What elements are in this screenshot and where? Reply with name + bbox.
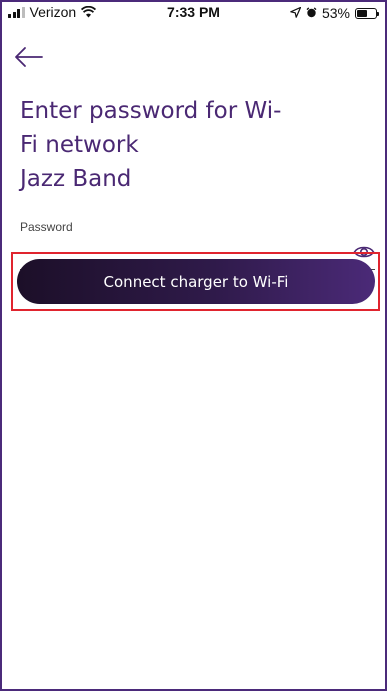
back-button[interactable] bbox=[14, 44, 44, 70]
page-title-line-3: Jazz Band bbox=[20, 166, 132, 192]
password-label: Password bbox=[20, 220, 73, 234]
page-title: Enter password for Wi- Fi network Jazz B… bbox=[20, 94, 350, 196]
status-right: 53% bbox=[290, 5, 379, 21]
page-title-line-1: Enter password for Wi- bbox=[20, 98, 282, 124]
connect-charger-button[interactable]: Connect charger to Wi-Fi bbox=[17, 259, 375, 304]
location-arrow-icon bbox=[290, 5, 302, 21]
battery-fill bbox=[357, 9, 367, 17]
phone-screen: Verizon 7:33 PM 53% Enter password for W… bbox=[0, 0, 387, 691]
status-bar: Verizon 7:33 PM 53% bbox=[2, 2, 385, 24]
battery-percent: 53% bbox=[321, 5, 350, 21]
alarm-clock-icon bbox=[306, 5, 317, 21]
battery-icon bbox=[355, 7, 379, 19]
page-title-line-2: Fi network bbox=[20, 132, 139, 158]
arrow-left-icon bbox=[14, 44, 44, 70]
